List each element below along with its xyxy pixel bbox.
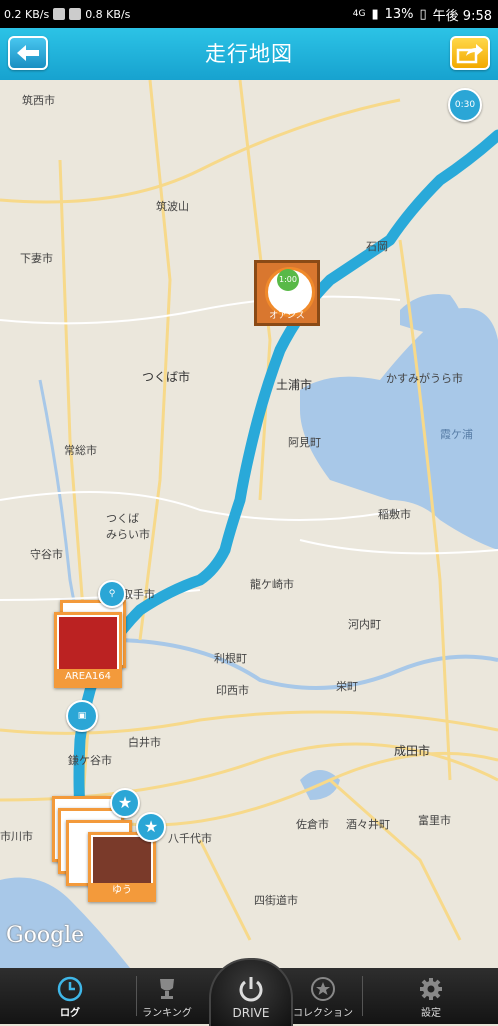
star-pin[interactable]: ★	[110, 788, 140, 818]
app-header: 走行地図	[0, 28, 498, 80]
star-icon	[311, 977, 335, 1001]
tab-label: コレクション	[293, 1008, 353, 1019]
oasis-marker[interactable]: 1:00 オアシス	[254, 260, 320, 326]
status-right: 4G ▮ 13% ▯ 午後 9:58	[353, 0, 492, 28]
route-map[interactable]: 筑西市 筑波山 下妻市 つくば市 土浦市 かすみがうら市 霞ケ浦 阿見町 常総市…	[0, 80, 498, 968]
map-label: 印西市	[216, 684, 249, 697]
tab-log[interactable]: ログ	[25, 968, 115, 1024]
map-label: 佐倉市	[296, 818, 329, 831]
map-label: 龍ケ崎市	[250, 578, 294, 591]
pin-time: 0:30	[454, 100, 476, 110]
map-label: 白井市	[128, 736, 161, 749]
map-label: 常総市	[64, 444, 97, 457]
tab-label: ランキング	[142, 1008, 192, 1019]
upload-speed: 0.2 KB/s	[4, 7, 50, 21]
clock-icon	[57, 976, 83, 1002]
map-label: 土浦市	[276, 378, 313, 392]
map-label: 四街道市	[254, 894, 298, 907]
tab-divider	[362, 976, 363, 1016]
notification-icon	[53, 8, 66, 20]
map-label: 富里市	[418, 814, 451, 827]
back-button[interactable]	[8, 36, 48, 70]
power-icon	[239, 977, 263, 1002]
map-label: 酒々井町	[346, 818, 390, 831]
star-pin[interactable]: ★	[136, 812, 166, 842]
map-label: 取手市	[122, 588, 155, 601]
battery-icon: ▯	[419, 6, 427, 22]
station-pin[interactable]: ⚲	[98, 580, 126, 608]
area-label: AREA164	[57, 669, 119, 685]
bottom-tab-bar: ログ ランキング DRIVE コレクション 設定	[0, 958, 498, 1026]
map-label: 河内町	[348, 618, 381, 631]
map-label: 筑西市	[22, 94, 55, 107]
map-label: つくば みらい市	[106, 512, 150, 541]
map-label: かすみがうら市	[386, 372, 463, 385]
page-title: 走行地図	[205, 42, 293, 66]
area-photo-marker[interactable]: AREA164	[54, 612, 122, 688]
google-logo: Google	[6, 923, 85, 948]
yu-label: ゆう	[91, 883, 153, 899]
map-label: 下妻市	[20, 252, 53, 265]
share-icon	[456, 44, 483, 64]
clock: 午後 9:58	[432, 8, 492, 24]
status-left: 0.2 KB/s 0.8 KB/s	[4, 0, 130, 28]
time-pin[interactable]: 0:30	[448, 88, 482, 122]
network-type: 4G	[352, 9, 366, 19]
map-label: 霞ケ浦	[440, 428, 473, 441]
oasis-time: 1:00	[277, 269, 299, 291]
map-label: 守谷市	[30, 548, 63, 561]
map-label: 稲敷市	[378, 508, 411, 521]
map-label: 市川市	[0, 830, 33, 843]
map-label: 栄町	[336, 680, 358, 693]
map-label: 筑波山	[156, 200, 189, 213]
battery-level: 13%	[384, 6, 414, 22]
status-bar: 0.2 KB/s 0.8 KB/s 4G ▮ 13% ▯ 午後 9:58	[0, 0, 498, 28]
drive-label: DRIVE	[232, 1006, 270, 1020]
share-button[interactable]	[450, 36, 490, 70]
download-speed: 0.8 KB/s	[85, 7, 131, 21]
tab-label: ログ	[60, 1008, 80, 1019]
gear-icon	[420, 978, 442, 1000]
tab-settings[interactable]: 設定	[386, 968, 476, 1024]
trophy-icon	[160, 979, 174, 999]
tab-ranking[interactable]: ランキング	[122, 968, 212, 1024]
oasis-label: オアシス	[269, 311, 305, 321]
map-label: 八千代市	[168, 832, 212, 845]
map-label: 成田市	[394, 744, 431, 758]
map-label: 石岡	[366, 240, 388, 253]
back-arrow-icon	[17, 45, 39, 61]
notification-icon	[69, 8, 82, 20]
signal-icon: ▮	[371, 6, 379, 22]
station-pin[interactable]: ▣	[66, 700, 98, 732]
map-label: 利根町	[214, 652, 247, 665]
photo-thumbnail	[93, 837, 151, 883]
river-line	[109, 638, 498, 690]
tab-collection[interactable]: コレクション	[278, 968, 368, 1024]
map-label: つくば市	[142, 370, 191, 384]
tab-label: 設定	[421, 1008, 441, 1019]
yu-photo-marker[interactable]: ゆう	[88, 832, 156, 902]
map-label: 鎌ケ谷市	[68, 754, 112, 767]
map-label: 阿見町	[288, 436, 321, 449]
photo-thumbnail	[59, 617, 117, 669]
